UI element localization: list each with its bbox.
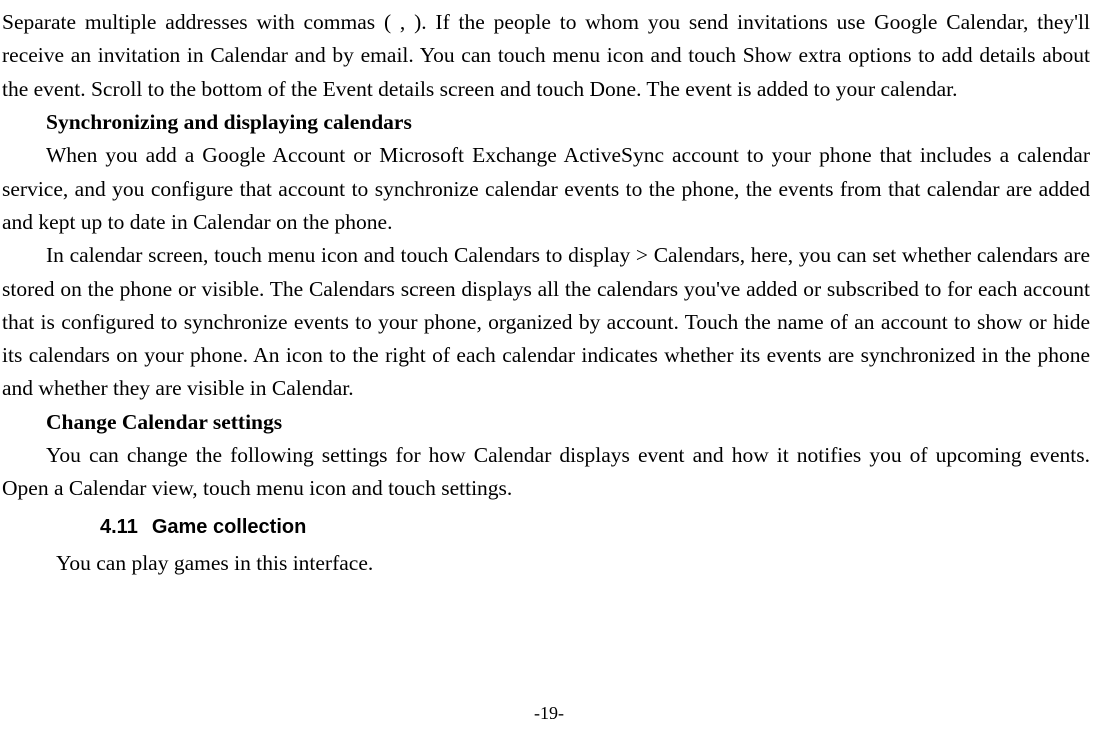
page-number: -19- <box>0 703 1098 724</box>
section-number: 4.11 <box>100 516 138 538</box>
paragraph-game: You can play games in this interface. <box>2 547 1090 580</box>
section-heading-game: 4.11 Game collection <box>2 512 1090 543</box>
heading-synchronizing: Synchronizing and displaying calendars <box>2 106 1090 139</box>
paragraph-sync-2: In calendar screen, touch menu icon and … <box>2 239 1090 406</box>
heading-change-settings: Change Calendar settings <box>2 406 1090 439</box>
paragraph-intro: Separate multiple addresses with commas … <box>2 6 1090 106</box>
document-page: Separate multiple addresses with commas … <box>0 0 1098 590</box>
paragraph-sync-1: When you add a Google Account or Microso… <box>2 139 1090 239</box>
paragraph-change: You can change the following settings fo… <box>2 439 1090 506</box>
section-title: Game collection <box>152 516 307 538</box>
